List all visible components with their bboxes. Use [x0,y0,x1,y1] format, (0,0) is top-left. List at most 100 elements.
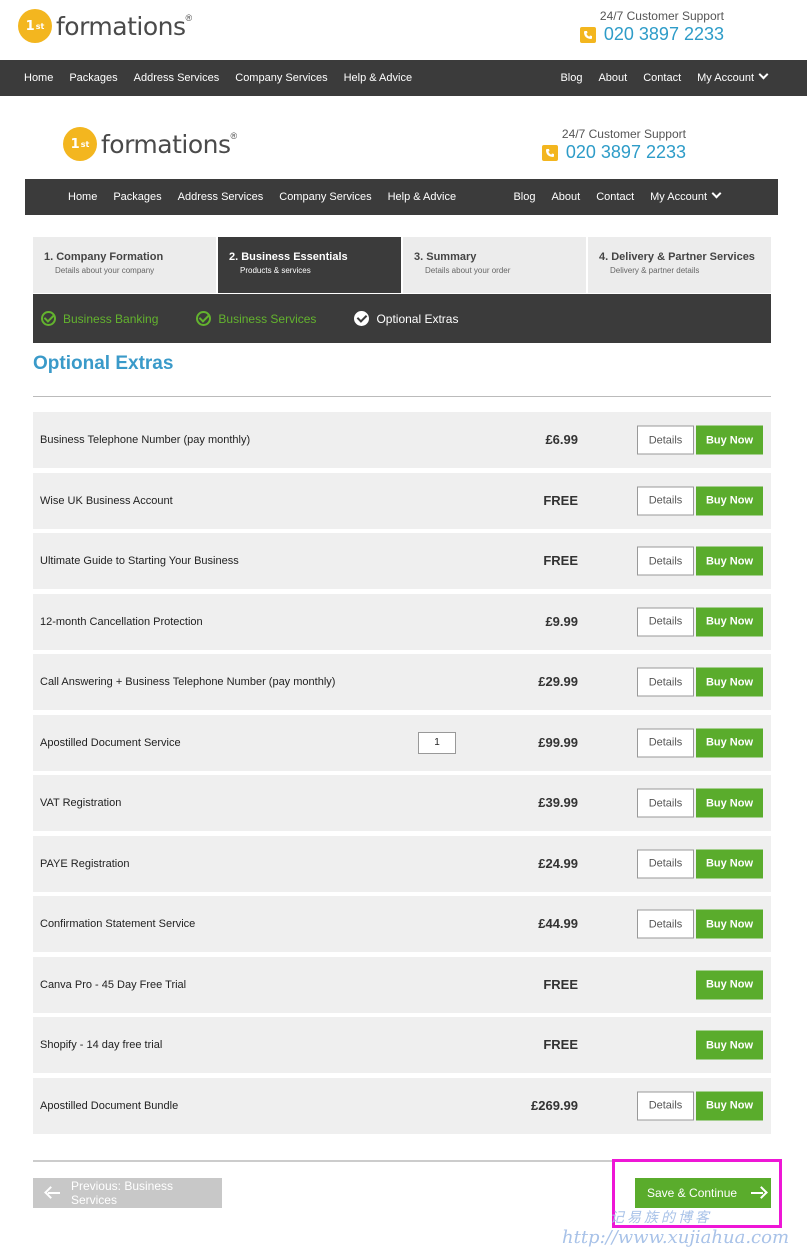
phone-icon [541,144,558,161]
step-summary[interactable]: 3. Summary Details about your order [403,237,586,293]
nav-help-advice[interactable]: Help & Advice [344,72,412,84]
inner-logo[interactable]: 1st formations ® [63,127,237,161]
product-price: £39.99 [538,794,578,810]
previous-button-label: Previous: Business Services [70,1179,174,1207]
product-price: FREE [543,492,578,508]
buy-now-button[interactable]: Buy Now [696,1030,763,1060]
step-business-essentials[interactable]: 2. Business Essentials Products & servic… [218,237,401,293]
details-button[interactable]: Details [637,909,694,939]
nav-my-account[interactable]: My Account [697,69,769,84]
inner-support-phone[interactable]: 020 3897 2233 [541,142,686,163]
nav-packages[interactable]: Packages [69,72,117,84]
buy-now-button[interactable]: Buy Now [696,728,763,757]
substep-label: Business Services [218,311,317,326]
support-label: 24/7 Customer Support [599,9,724,23]
save-continue-button[interactable]: Save & Continue [635,1178,771,1208]
chevron-down-icon [758,69,769,80]
support-block: 24/7 Customer Support 020 3897 2233 [579,9,724,45]
product-price: £24.99 [538,855,578,871]
details-button[interactable]: Details [637,849,694,878]
product-price: FREE [543,976,578,992]
product-row: Wise UK Business Account FREE Details Bu… [33,472,771,529]
inner-nav-help-advice[interactable]: Help & Advice [388,191,456,203]
logo-mark: 1st [18,9,52,43]
buy-now-button[interactable]: Buy Now [696,1091,763,1120]
inner-nav-company-services[interactable]: Company Services [279,191,371,203]
substep-business-banking[interactable]: Business Banking [41,311,158,326]
step-company-formation[interactable]: 1. Company Formation Details about your … [33,237,216,293]
logo-reg: ® [185,13,193,23]
quantity-input[interactable]: 1 [418,731,456,754]
previous-button[interactable]: Previous: Business Services [33,1178,222,1208]
inner-nav-blog[interactable]: Blog [513,191,535,203]
watermark-text: 记易族的博客 [610,1210,712,1226]
nav-address-services[interactable]: Address Services [134,72,220,84]
logo[interactable]: 1st formations ® [18,9,192,43]
step-subtitle: Delivery & partner details [610,266,700,275]
product-row: VAT Registration £39.99 Details Buy Now [33,775,771,831]
inner-logo-reg: ® [230,131,238,141]
inner-nav-home[interactable]: Home [68,191,97,203]
substep-label: Business Banking [63,311,159,326]
product-name: VAT Registration [40,797,122,809]
nav-home[interactable]: Home [24,72,53,84]
details-button[interactable]: Details [637,728,694,757]
nav-blog[interactable]: Blog [560,72,582,84]
inner-nav-packages[interactable]: Packages [113,191,161,203]
product-row: Confirmation Statement Service £44.99 De… [33,896,771,952]
buy-now-button[interactable]: Buy Now [696,667,763,697]
details-button[interactable]: Details [637,1091,694,1120]
details-button[interactable]: Details [637,667,694,697]
buy-now-button[interactable]: Buy Now [696,486,763,515]
product-price: FREE [543,1036,578,1052]
logo-word: formations [56,11,186,41]
product-name: Wise UK Business Account [40,494,173,507]
inner-logo-word: formations [101,129,231,159]
details-button[interactable]: Details [637,425,694,455]
buy-now-button[interactable]: Buy Now [696,425,763,455]
details-button[interactable]: Details [637,546,694,576]
details-button[interactable]: Details [637,788,694,818]
product-name: PAYE Registration [40,857,130,870]
divider [33,396,771,397]
inner-logo-mark: 1st [63,127,97,161]
substep-business-services[interactable]: Business Services [196,311,316,326]
inner-nav-address-services[interactable]: Address Services [178,191,264,203]
buy-now-button[interactable]: Buy Now [696,546,763,576]
buy-now-button[interactable]: Buy Now [696,909,763,939]
inner-nav-about[interactable]: About [551,191,580,203]
product-price: £44.99 [538,915,578,931]
product-row: Ultimate Guide to Starting Your Business… [33,533,771,589]
buy-now-button[interactable]: Buy Now [696,607,763,636]
product-row: Shopify - 14 day free trial FREE Buy Now [33,1017,771,1073]
substep-optional-extras[interactable]: Optional Extras [354,311,458,326]
product-row: Business Telephone Number (pay monthly) … [33,412,771,468]
nav-company-services[interactable]: Company Services [235,72,327,84]
support-phone[interactable]: 020 3897 2233 [579,24,724,45]
details-button[interactable]: Details [637,607,694,636]
inner-support-phone-number: 020 3897 2233 [565,142,686,162]
inner-nav: Home Packages Address Services Company S… [25,179,778,215]
nav-my-account-label: My Account [697,72,754,84]
step-subtitle: Products & services [240,266,311,275]
inner-nav-contact[interactable]: Contact [596,191,634,203]
product-row: 12-month Cancellation Protection £9.99 D… [33,593,771,650]
buy-now-button[interactable]: Buy Now [696,970,763,999]
inner-support-label: 24/7 Customer Support [561,127,686,141]
product-name: Ultimate Guide to Starting Your Business [40,555,239,567]
product-row: PAYE Registration £24.99 Details Buy Now [33,835,771,892]
step-delivery-partner[interactable]: 4. Delivery & Partner Services Delivery … [588,237,771,293]
site-header: 1st formations ® 24/7 Customer Support 02… [0,0,807,60]
details-button[interactable]: Details [637,486,694,515]
nav-about[interactable]: About [598,72,627,84]
nav-contact[interactable]: Contact [643,72,681,84]
watermark-url: http://www.xujiahua.com [562,1227,790,1248]
buy-now-button[interactable]: Buy Now [696,849,763,878]
inner-nav-my-account[interactable]: My Account [650,188,722,203]
product-name: Call Answering + Business Telephone Numb… [40,676,336,688]
step-title: 4. Delivery & Partner Services [599,251,755,263]
check-circle-icon [41,311,56,326]
product-list: Business Telephone Number (pay monthly) … [33,412,771,1138]
step-subtitle: Details about your order [425,266,511,275]
buy-now-button[interactable]: Buy Now [696,788,763,818]
